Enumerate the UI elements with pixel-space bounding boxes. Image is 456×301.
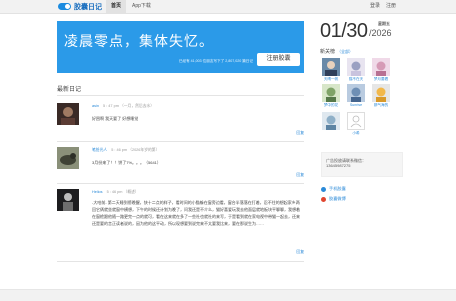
default-avatar-icon[interactable]	[347, 112, 365, 130]
reply-link[interactable]: 回复	[296, 250, 304, 255]
user-name[interactable]: 那气海的	[368, 103, 394, 108]
entry-note: （概述）	[123, 190, 139, 194]
mobile-link[interactable]: 手机胶囊	[321, 186, 346, 192]
user-card[interactable]: 小希	[343, 112, 369, 136]
avatar[interactable]	[57, 103, 79, 125]
section-divider	[57, 95, 304, 96]
entry-text: 好困啊 我天要了 好想睡觉	[92, 116, 139, 121]
current-year: /2026	[369, 28, 392, 38]
ad-line: 广告投放请联系微信：	[326, 158, 366, 163]
entry-time: 5 : 46 pm	[106, 190, 123, 194]
diary-entry: Helios 5 : 46 pm （概述） -大哈前- 第二天睡到傍晚醒，快十二…	[57, 189, 304, 261]
user-card[interactable]: 梦中的花	[318, 84, 344, 108]
user-card[interactable]: 天晴一帆	[318, 58, 344, 82]
entry-text: 3月份来了！！饼了7%。。。（5641）	[92, 160, 161, 165]
nav-home[interactable]: 首页	[106, 0, 127, 13]
weibo-link-label[interactable]: 胶囊微博	[329, 196, 346, 202]
entry-meta: 笔拾光人 5 : 46 pm （2026年岁的第）	[92, 148, 159, 153]
user-card[interactable]: 那气海的	[368, 84, 394, 108]
entry-time: 5 : 47 pm	[103, 104, 119, 108]
avatar[interactable]	[372, 58, 390, 76]
avatar[interactable]	[347, 84, 365, 102]
entry-time: 5 : 46 pm	[111, 148, 128, 152]
user-card[interactable]: Sunrise	[343, 84, 369, 107]
user-card[interactable]: 梦月要看	[368, 58, 394, 82]
entry-author[interactable]: 笔拾光人	[92, 148, 107, 152]
register-link[interactable]: 注册	[386, 0, 396, 13]
avatar[interactable]	[322, 84, 340, 102]
phone-icon	[321, 186, 326, 192]
ad-contact: 13645987275	[326, 163, 351, 168]
page-footer	[0, 289, 456, 301]
user-name[interactable]: 梦中的花	[318, 103, 344, 108]
entry-note: （一月，然后去水）	[119, 104, 155, 108]
top-bar: 胶囊日记 首页 App下载 登录 注册	[0, 0, 456, 14]
entry-text: -大哈前- 第二天睡到傍晚醒，快十二点的样子，看时间的小猫躲在窗旁边看，窗台半落…	[92, 200, 300, 226]
entry-author[interactable]: Helios	[92, 190, 103, 194]
user-card[interactable]: 猫不在天	[343, 58, 369, 82]
user-name[interactable]: 猫不在天	[343, 77, 369, 82]
entry-meta: Helios 5 : 46 pm （概述）	[92, 190, 139, 195]
entry-author[interactable]: asin	[92, 104, 99, 108]
hero-banner: 凌晨零点，集体失忆。 已经有 41,003 位朋友写下了 2,807,020 篇…	[57, 21, 304, 73]
entry-meta: asin 5 : 47 pm （一月，然后去水）	[92, 104, 154, 109]
banner-stats: 已经有 41,003 位朋友写下了 2,807,020 篇日记	[178, 59, 253, 63]
more-link[interactable]: （全部）	[337, 49, 353, 54]
site-logo[interactable]: 胶囊日记	[58, 2, 102, 11]
ad-box: 广告投放请联系微信： 13645987275	[321, 152, 403, 177]
weibo-link[interactable]: 胶囊微博	[321, 196, 346, 202]
logo-toggle-icon	[58, 3, 71, 10]
mobile-link-label[interactable]: 手机胶囊	[329, 186, 346, 192]
logo-text: 胶囊日记	[74, 3, 102, 11]
friends-title-label: 新关榜	[320, 49, 336, 55]
avatar[interactable]	[57, 147, 79, 169]
user-card[interactable]	[318, 112, 344, 131]
avatar[interactable]	[57, 189, 79, 211]
entry-divider	[57, 183, 304, 184]
entry-note: （2026年岁的第）	[128, 148, 160, 152]
avatar[interactable]	[322, 58, 340, 76]
diary-entry: 笔拾光人 5 : 46 pm （2026年岁的第） 3月份来了！！饼了7%。。。…	[57, 147, 304, 183]
avatar[interactable]	[322, 112, 340, 130]
avatar[interactable]	[372, 84, 390, 102]
user-name[interactable]: 小希	[343, 131, 369, 136]
friends-title: 新关榜 （全部）	[320, 48, 353, 55]
reply-link[interactable]: 回复	[296, 131, 304, 136]
register-button[interactable]: 注册胶囊	[257, 53, 300, 66]
diary-entry: asin 5 : 47 pm （一月，然后去水） 好困啊 我天要了 好想睡觉 回…	[57, 103, 304, 141]
entry-divider	[57, 141, 304, 142]
reply-link[interactable]: 回复	[296, 173, 304, 178]
section-title: 最新日记	[57, 87, 82, 93]
entry-divider	[57, 261, 304, 262]
banner-slogan: 凌晨零点，集体失忆。	[64, 33, 214, 49]
login-link[interactable]: 登录	[370, 0, 380, 13]
user-name[interactable]: Sunrise	[343, 103, 369, 107]
user-name[interactable]: 梦月要看	[368, 77, 394, 82]
avatar[interactable]	[347, 58, 365, 76]
weekday: 星期五	[378, 21, 390, 26]
nav-app-download[interactable]: App下载	[127, 0, 156, 13]
weibo-icon	[321, 196, 326, 202]
current-date: 01/30	[320, 20, 368, 42]
user-name[interactable]: 天晴一帆	[318, 77, 344, 82]
